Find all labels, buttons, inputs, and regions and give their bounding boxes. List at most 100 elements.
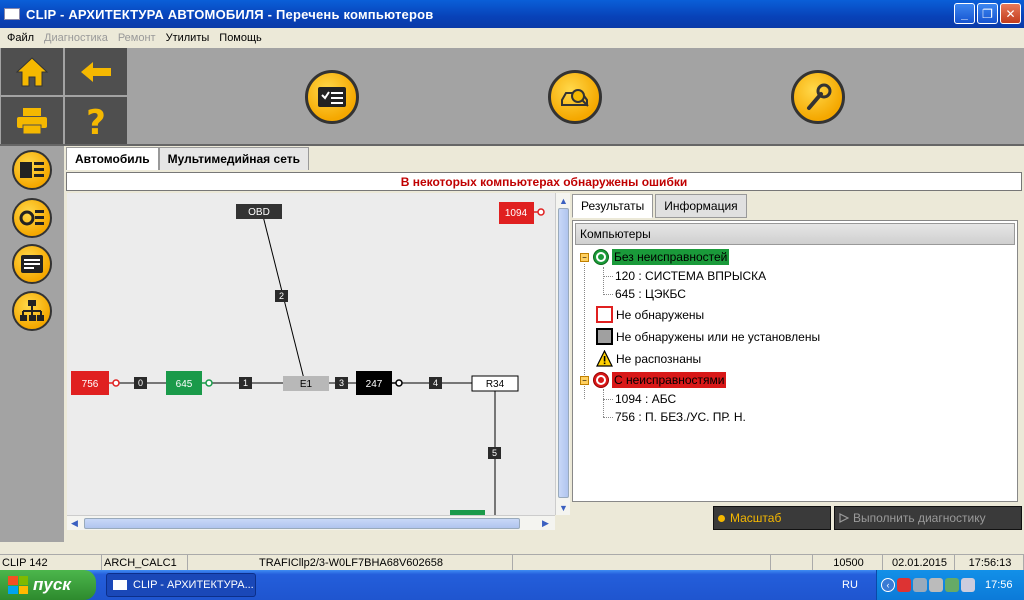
tree-connector [603,399,613,400]
home-icon [15,56,49,86]
collapse-icon[interactable]: − [580,375,589,385]
app-icon [4,8,20,20]
help-button[interactable]: ? [65,97,127,144]
node-645-label: 645 [176,379,193,390]
window-title: CLIP - АРХИТЕКТУРА АВТОМОБИЛЯ - Перечень… [26,6,434,22]
tray-device-icon[interactable] [961,578,975,592]
status-bar: CLIP 142 ARCH_CALC1 TRAFICllp2/3-W0LF7BH… [0,554,1024,571]
ecu-list-button[interactable] [12,150,52,190]
tray-app-icon[interactable] [945,578,959,592]
taskbar: пуск CLIP - АРХИТЕКТУРА... ‹ 17:56 [0,570,1024,600]
network-button[interactable] [12,291,52,331]
architecture-diagram: OBD 1094 756 645 E1 247 R34 0 1 2 3 4 5 [67,193,555,515]
app-window-icon [113,580,127,590]
tree-item-label: 756 : П. БЕЗ./УС. ПР. Н. [615,410,746,424]
settings-list-button[interactable] [12,198,52,238]
start-button[interactable]: пуск [0,570,96,600]
scroll-right-icon[interactable]: ▶ [538,516,553,531]
close-button[interactable]: ✕ [1000,3,1021,24]
link-5-label: 5 [492,448,497,458]
tree-group-errors-label: С неисправностями [612,372,727,388]
legend-not-found: Не обнаружены [596,306,704,323]
error-banner: В некоторых компьютерах обнаружены ошибк… [66,172,1022,191]
printer-icon [17,107,47,134]
scroll-down-icon[interactable]: ▼ [556,500,571,515]
error-status-icon [593,372,609,388]
legend-label: Не распознаны [616,351,702,366]
language-indicator[interactable]: RU [842,570,858,600]
node-obd-label: OBD [248,207,270,218]
node-645[interactable]: 645 [166,371,213,395]
node-r34[interactable]: R34 [471,375,519,392]
taskbar-app-label: CLIP - АРХИТЕКТУРА... [133,579,254,591]
node-e1[interactable]: E1 [283,376,329,391]
status-arch: ARCH_CALC1 [102,555,188,571]
scroll-left-icon[interactable]: ◀ [67,516,82,531]
legend-label: Не обнаружены или не установлены [616,329,821,344]
home-button[interactable] [1,48,63,95]
diagram-vertical-scrollbar[interactable]: ▲ ▼ [555,193,570,515]
scale-button-label: Масштаб [730,511,782,525]
tray-expand-icon[interactable]: ‹ [881,578,895,592]
windows-logo-icon [8,576,28,594]
link-5: 5 [488,447,501,459]
tab-vehicle[interactable]: Автомобиль [66,147,159,170]
volume-icon[interactable] [929,578,943,592]
link-1: 1 [239,377,252,389]
tree-item[interactable]: 645 : ЦЭКБС [615,287,686,301]
maximize-button[interactable]: ❐ [977,3,998,24]
run-diagnostic-button[interactable]: Выполнить диагностику [834,506,1022,530]
network-tray-icon[interactable] [913,578,927,592]
repair-button[interactable] [791,70,845,124]
ok-status-icon [593,249,609,265]
diagram-horizontal-scrollbar[interactable]: ◀ ▶ [67,515,555,530]
tab-multimedia-network[interactable]: Мультимедийная сеть [158,147,309,170]
horizontal-scroll-thumb[interactable] [84,518,520,529]
vertical-scroll-thumb[interactable] [558,208,569,498]
tree-connector [603,267,604,295]
status-date: 02.01.2015 [883,555,955,571]
scale-button[interactable]: Масштаб [713,506,831,530]
tab-information[interactable]: Информация [655,194,747,218]
tree-group-errors[interactable]: − С неисправностями [580,372,727,388]
network-icon [20,300,44,321]
menu-file[interactable]: Файл [2,32,39,44]
security-icon[interactable] [897,578,911,592]
taskbar-app-button[interactable]: CLIP - АРХИТЕКТУРА... [106,573,256,597]
node-1094[interactable]: 1094 [499,202,545,224]
tree-item-label: 645 : ЦЭКБС [615,287,686,301]
link-0-label: 0 [138,378,143,388]
scale-indicator-icon [718,514,725,522]
link-2-label: 2 [279,291,284,301]
legend-label: Не обнаружены [616,307,705,322]
menu-help[interactable]: Помощь [214,32,267,44]
left-sidebar [0,146,64,542]
system-tray: ‹ 17:56 [876,570,1024,600]
red-outline-square-icon [596,306,613,323]
menu-repair: Ремонт [117,32,156,44]
node-756[interactable]: 756 [71,371,120,395]
tree-group-ok-label: Без неисправностей [612,249,730,265]
tree-item[interactable]: 120 : СИСТЕМА ВПРЫСКА [615,269,766,283]
tree-item[interactable]: 756 : П. БЕЗ./УС. ПР. Н. [615,410,746,424]
menu-utilities[interactable]: Утилиты [161,32,215,44]
scroll-up-icon[interactable]: ▲ [556,193,571,208]
node-e1-label: E1 [300,379,313,390]
back-button[interactable] [65,48,127,95]
tree-item[interactable]: 1094 : АБС [615,392,676,406]
collapse-icon[interactable]: − [580,252,589,262]
minimize-button[interactable]: _ [954,3,975,24]
tree-connector [603,276,613,277]
document-button[interactable] [12,244,52,284]
status-empty [513,555,771,571]
checklist-button[interactable] [305,70,359,124]
status-number: 10500 [813,555,883,571]
node-obd[interactable]: OBD [236,204,282,219]
vehicle-diagnostic-button[interactable] [548,70,602,124]
warning-icon [596,350,613,367]
tree-group-ok[interactable]: − Без неисправностей [580,249,730,265]
architecture-graph: OBD 1094 756 645 E1 247 R34 0 1 2 3 4 5 [71,202,545,515]
tab-results[interactable]: Результаты [572,194,654,218]
node-247[interactable]: 247 [356,371,403,395]
print-button[interactable] [1,97,63,144]
